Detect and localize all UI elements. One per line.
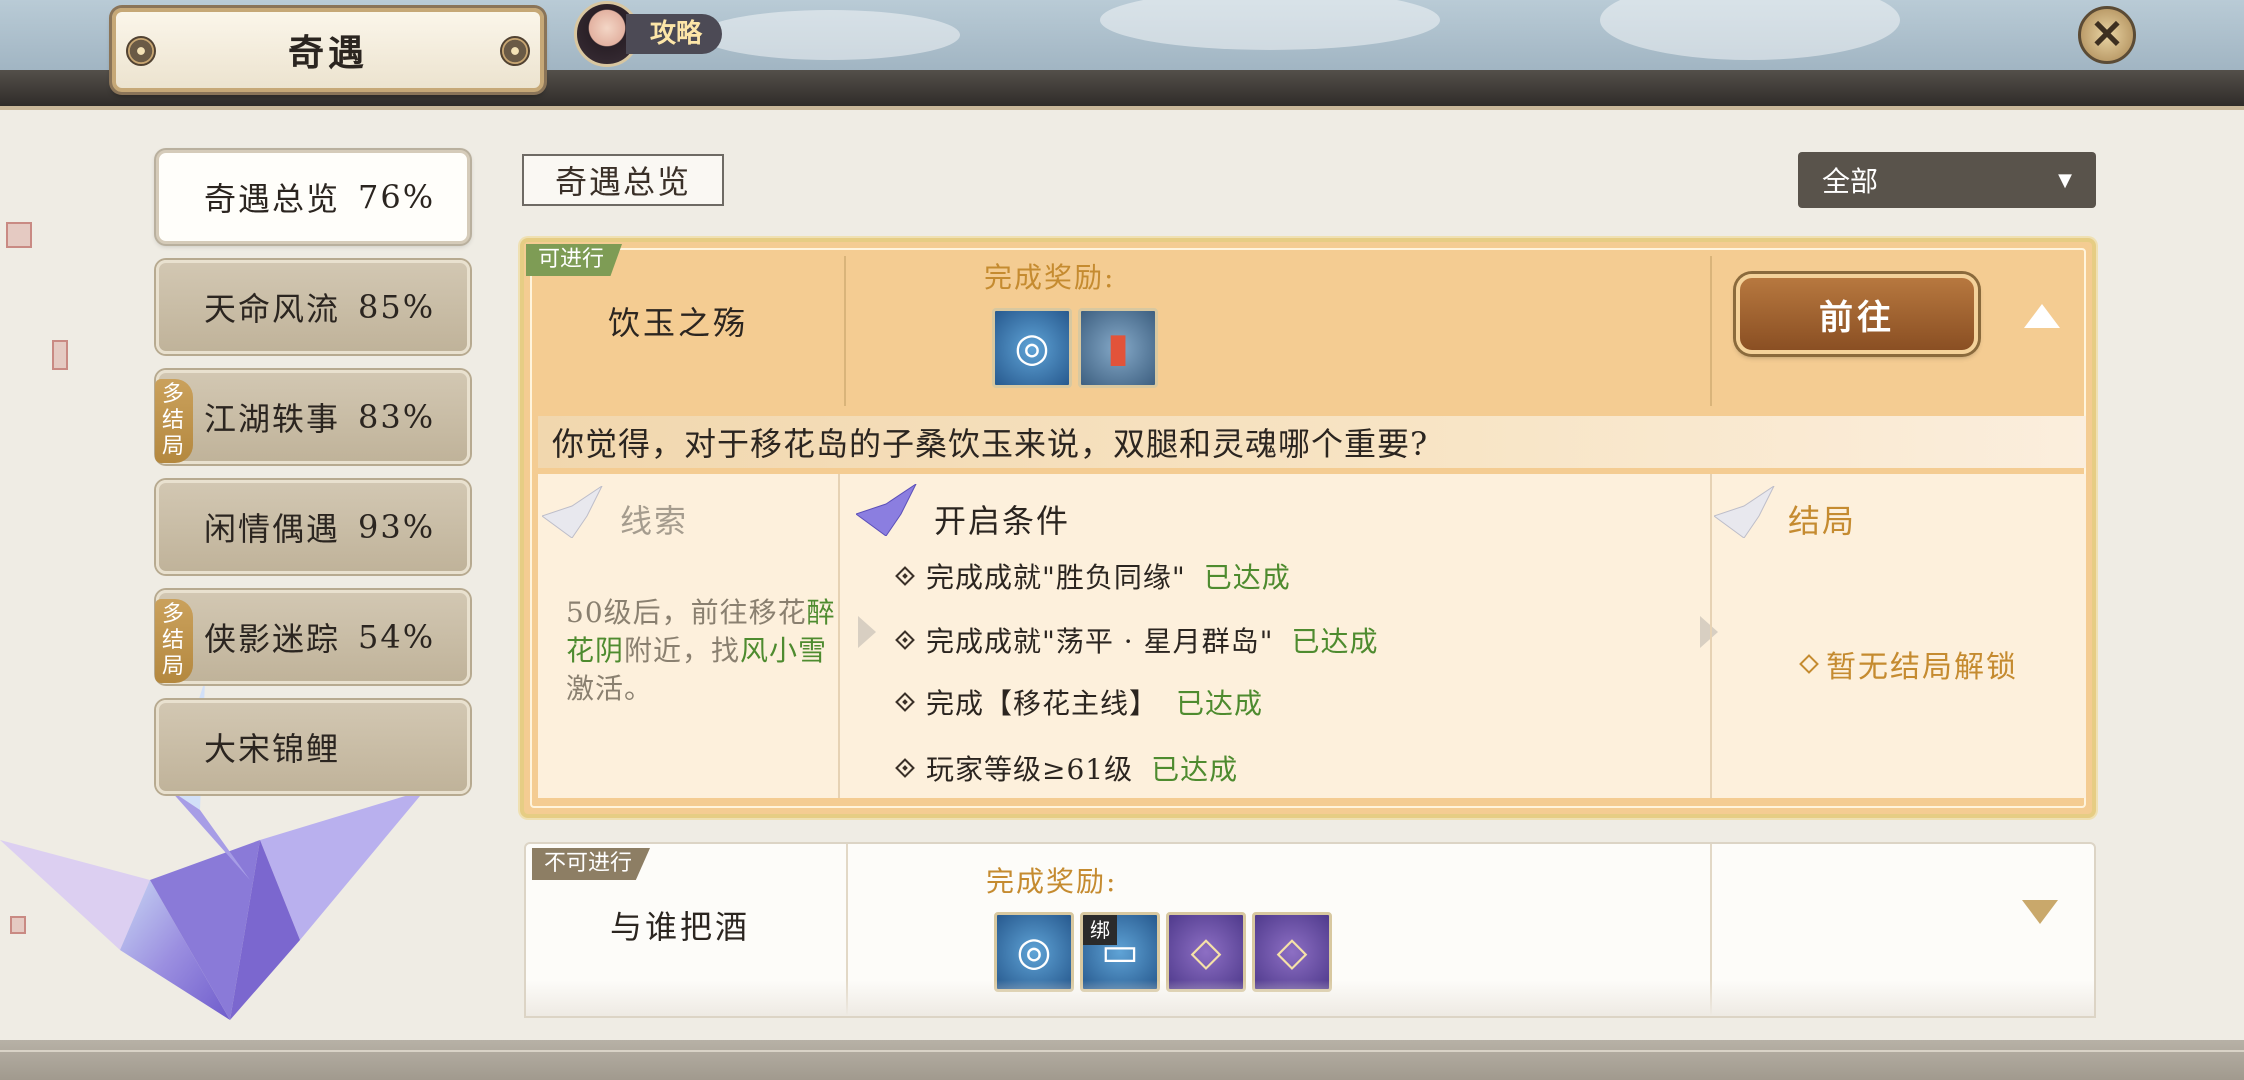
multi-ending-tag: 多结局 <box>155 379 193 463</box>
divider <box>838 474 840 798</box>
paper-crane-icon <box>856 484 917 536</box>
bound-badge: 绑 <box>1083 915 1117 945</box>
quest-name: 饮玉之殇 <box>608 304 749 342</box>
collapse-arrow-icon[interactable] <box>2024 304 2060 328</box>
bullet-icon <box>1799 654 1819 674</box>
reward-item[interactable]: ◎ <box>992 308 1072 388</box>
seal-icon <box>6 222 32 248</box>
guide-label: 攻略 <box>626 14 723 54</box>
category-percent: 85% <box>358 288 436 326</box>
favor-gift-icon: ◇ <box>1276 929 1308 975</box>
condition-text: 完成【移花主线】 <box>926 687 1159 720</box>
chevron-right-icon <box>858 616 876 648</box>
quest-card-expanded[interactable]: 可进行 饮玉之殇 完成奖励: ◎ ▮ 前往 你觉得，对于移花岛的子桑饮玉来说，双… <box>520 238 2096 818</box>
knob-icon <box>500 36 530 66</box>
condition-row: 玩家等级≥61级 已达成 <box>895 748 1239 788</box>
firecracker-icon: ▮ <box>1106 325 1129 371</box>
bottom-bar <box>0 1040 2244 1080</box>
section-title: 奇遇总览 <box>522 154 724 206</box>
clue-npc: 风小雪 <box>740 634 828 667</box>
category-percent: 76% <box>358 178 436 216</box>
quest-name: 与谁把酒 <box>610 908 751 946</box>
condition-title: 开启条件 <box>934 502 1071 540</box>
category-tab-xianqing[interactable]: 闲情偶遇 93% <box>156 480 470 574</box>
category-label: 侠影迷踪 <box>204 620 341 658</box>
page-title: 奇遇 <box>287 32 368 74</box>
category-tab-jinli[interactable]: 大宋锦鲤 <box>156 700 470 794</box>
category-percent: 54% <box>358 618 436 656</box>
reward-label: 完成奖励: <box>986 865 1118 898</box>
ending-text: 暂无结局解锁 <box>1826 650 2018 685</box>
fade-overlay <box>526 980 2094 1016</box>
condition-text: 完成成就"荡平 · 星月群岛" <box>926 625 1274 658</box>
quest-question: 你觉得，对于移花岛的子桑饮玉来说，双腿和灵魂哪个重要? <box>538 416 2086 468</box>
chevron-right-icon <box>1700 616 1718 648</box>
condition-state: 已达成 <box>1151 753 1239 786</box>
bullet-icon <box>895 692 915 712</box>
knob-icon <box>126 36 156 66</box>
condition-row: 完成成就"胜负同缘" 已达成 <box>895 556 1291 596</box>
coin-token-icon: ◎ <box>1016 929 1052 975</box>
seal-icon <box>52 340 68 370</box>
category-tab-jianghu[interactable]: 多结局 江湖轶事 83% <box>155 370 470 464</box>
status-badge: 可进行 <box>526 244 623 276</box>
clue-text-part: 50级后，前往移花 <box>566 596 807 629</box>
condition-state: 已达成 <box>1176 687 1264 720</box>
filter-selected: 全部 <box>1822 165 1879 198</box>
category-label: 奇遇总览 <box>204 180 341 218</box>
cloud-decoration <box>700 10 960 60</box>
category-label: 闲情偶遇 <box>204 510 341 548</box>
condition-state: 已达成 <box>1291 625 1379 658</box>
divider <box>1710 256 1712 406</box>
expand-arrow-icon[interactable] <box>2022 900 2058 924</box>
clue-title: 线索 <box>620 502 689 540</box>
filter-dropdown[interactable]: 全部 ▼ <box>1798 152 2096 208</box>
divider <box>0 1050 2244 1052</box>
condition-row: 完成成就"荡平 · 星月群岛" 已达成 <box>895 620 1379 660</box>
category-label: 大宋锦鲤 <box>204 730 341 768</box>
close-icon: ✕ <box>2090 11 2124 58</box>
title-plaque: 奇遇 <box>112 8 544 92</box>
paper-crane-icon <box>1714 486 1775 538</box>
bullet-icon <box>895 566 915 586</box>
status-badge: 不可进行 <box>532 848 651 880</box>
reward-label: 完成奖励: <box>984 261 1116 294</box>
condition-row: 完成【移花主线】 已达成 <box>895 682 1264 722</box>
quest-card-collapsed[interactable]: 不可进行 与谁把酒 完成奖励: ◎ ▭ 绑 ◇ ◇ <box>524 842 2096 1018</box>
multi-ending-tag: 多结局 <box>155 599 193 683</box>
category-tab-overview[interactable]: 奇遇总览 76% <box>156 150 470 244</box>
paper-crane-illustration <box>0 680 425 1020</box>
ending-title: 结局 <box>1788 502 1857 540</box>
category-label: 天命风流 <box>204 290 341 328</box>
favor-gift-icon: ◇ <box>1190 929 1222 975</box>
paper-crane-icon <box>542 486 603 538</box>
goto-button[interactable]: 前往 <box>1736 274 1978 354</box>
category-label: 江湖轶事 <box>204 400 341 438</box>
clue-text-part: 附近，找 <box>624 634 741 667</box>
cloud-decoration <box>1100 0 1440 50</box>
chevron-down-icon: ▼ <box>2058 169 2072 191</box>
cloud-decoration <box>1600 0 1900 60</box>
category-percent: 93% <box>358 508 436 546</box>
bullet-icon <box>895 758 915 778</box>
condition-text: 完成成就"胜负同缘" <box>926 561 1186 594</box>
condition-text: 玩家等级≥61级 <box>926 753 1134 786</box>
clue-text-part: 激活。 <box>566 672 654 705</box>
category-tab-xiaying[interactable]: 多结局 侠影迷踪 54% <box>155 590 470 684</box>
close-button[interactable]: ✕ <box>2078 6 2136 64</box>
coin-token-icon: ◎ <box>1014 325 1050 371</box>
no-ending-text: 暂无结局解锁 <box>1799 642 2018 686</box>
condition-state: 已达成 <box>1203 561 1291 594</box>
bullet-icon <box>895 630 915 650</box>
quest-detail-panel: 线索 50级后，前往移花醉花阴附近，找风小雪激活。 开启条件 完成成就"胜负同缘… <box>538 474 2086 798</box>
reward-item[interactable]: ▮ <box>1078 308 1158 388</box>
category-tab-tianming[interactable]: 天命风流 85% <box>156 260 470 354</box>
divider <box>1710 474 1712 798</box>
category-percent: 83% <box>358 398 436 436</box>
guide-button[interactable]: 攻略 <box>574 1 723 67</box>
clue-text: 50级后，前往移花醉花阴附近，找风小雪激活。 <box>566 594 846 708</box>
divider <box>844 256 846 406</box>
